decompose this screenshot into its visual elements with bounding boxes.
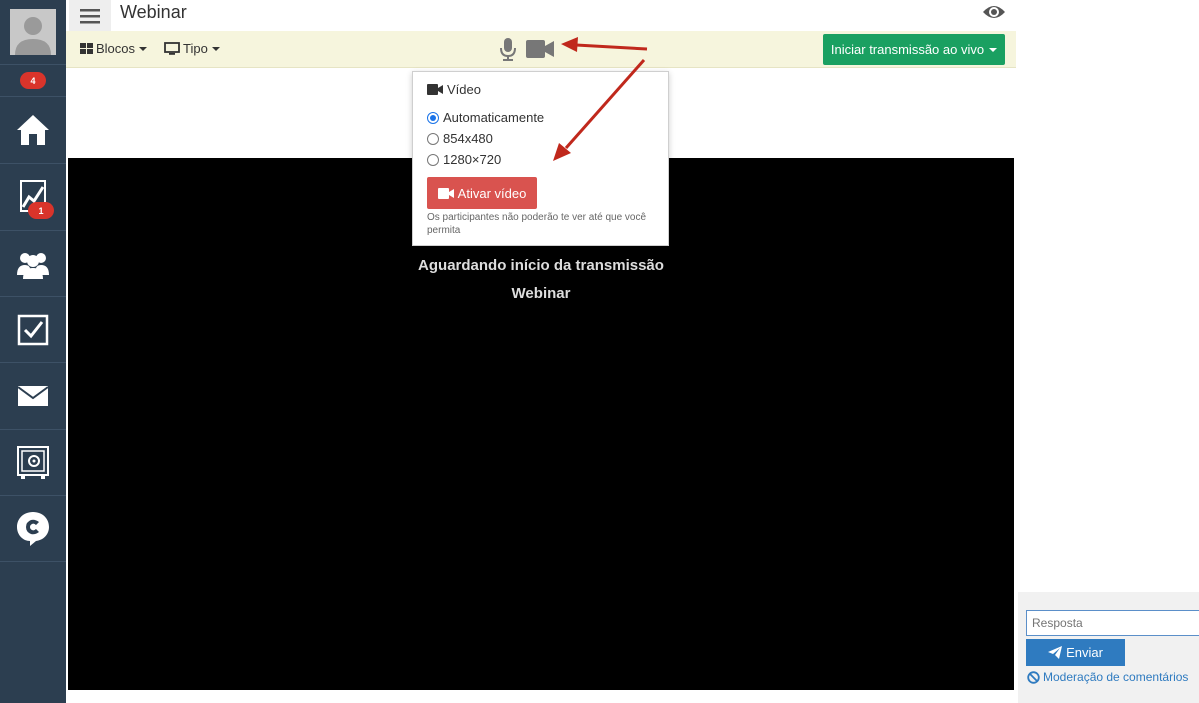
send-button[interactable]: Enviar [1026,639,1125,666]
option-auto-label: Automaticamente [443,110,545,125]
option-480-label: 854x480 [443,131,493,146]
webinar-toolbar: Blocos Tipo Iniciar transmissão ao vivo [66,31,1018,68]
microphone-icon [500,38,516,61]
stats-badge: 1 [28,202,54,219]
sidebar-item-tasks[interactable] [0,297,66,363]
paper-plane-icon [1048,646,1063,659]
sidebar-item-safe[interactable] [0,430,66,496]
send-label: Enviar [1066,645,1103,660]
option-auto[interactable]: Automaticamente [427,107,654,128]
start-live-label: Iniciar transmissão ao vivo [830,42,985,57]
users-icon [17,252,49,279]
sidebar-item-stats[interactable]: 1 [0,164,66,231]
mail-icon [17,386,49,406]
video-camera-icon [526,40,554,58]
popover-title: Vídeo [427,82,654,97]
type-label: Tipo [183,41,208,56]
page-title: Webinar [120,2,187,22]
hamburger-icon [80,8,100,23]
avatar[interactable] [0,0,66,65]
page-header: Webinar [66,0,1016,31]
chat-logo-icon [17,511,49,546]
sidebar-item-home[interactable] [0,97,66,164]
sidebar-item-chat[interactable] [0,496,66,562]
activate-video-button[interactable]: Ativar vídeo [427,177,537,209]
moderation-link[interactable]: Moderação de comentários [1027,670,1188,684]
ban-icon [1027,670,1040,684]
blocks-dropdown[interactable]: Blocos [80,41,148,56]
type-dropdown[interactable]: Tipo [164,41,220,56]
chevron-down-icon [989,47,998,52]
sidebar-item-mail[interactable] [0,363,66,430]
radio-480[interactable] [427,132,439,145]
popover-title-text: Vídeo [447,82,481,97]
microphone-button[interactable] [500,37,516,66]
waiting-message: Aguardando início da transmissão [418,257,664,274]
permission-note: Os participantes não poderão te ver até … [427,212,647,236]
radio-auto[interactable] [427,111,439,124]
video-camera-icon [427,84,443,95]
radio-720[interactable] [427,153,439,166]
option-720-label: 1280×720 [443,152,502,167]
camera-button[interactable] [526,40,554,63]
monitor-icon [164,42,180,55]
user-avatar-icon [10,9,56,55]
sidebar-item-users[interactable] [0,231,66,297]
option-480[interactable]: 854x480 [427,128,654,149]
eye-icon [983,6,1005,18]
left-sidebar: 4 1 [0,0,66,703]
moderation-label: Moderação de comentários [1043,670,1189,684]
notification-badge: 4 [20,72,46,89]
activate-video-label: Ativar vídeo [457,185,527,201]
menu-toggle-button[interactable] [69,0,111,31]
safe-icon [17,445,49,479]
home-icon [17,115,49,145]
option-720[interactable]: 1280×720 [427,149,654,170]
video-camera-icon [437,187,454,199]
preview-button[interactable] [982,2,1006,27]
reply-input[interactable] [1026,610,1199,636]
start-live-button[interactable]: Iniciar transmissão ao vivo [823,34,1005,65]
sidebar-notifications[interactable]: 4 [0,65,66,97]
checkbox-icon [17,314,49,345]
chevron-down-icon [211,46,220,51]
blocks-label: Blocos [96,41,136,56]
event-name: Webinar [511,285,571,302]
chevron-down-icon [139,46,148,51]
video-settings-popover: Vídeo Automaticamente 854x480 1280×720 A… [412,71,669,246]
grid-icon [80,42,93,54]
